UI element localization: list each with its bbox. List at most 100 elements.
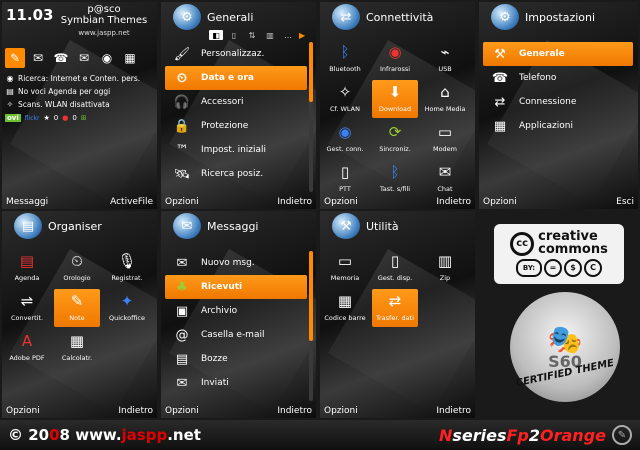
headset-icon: 🎧 (173, 94, 191, 110)
info-row-agenda[interactable]: ▤ No voci Agenda per oggi (5, 85, 155, 98)
scrollbar-thumb[interactable] (309, 42, 313, 102)
tab-more-icon[interactable]: … (281, 30, 295, 40)
tab-apps-icon[interactable]: ▥ (263, 30, 277, 40)
info-row-wlan[interactable]: ✧ Scans. WLAN disattivata (5, 98, 155, 111)
grid-item-orologio[interactable]: ⏲ Orologio (54, 249, 100, 287)
tab-phone-icon[interactable]: ▯ (227, 30, 241, 40)
shortcut-bar[interactable]: ✎ ✉ ☎ ✉ ◉ ▦ (5, 47, 155, 69)
grid-item-modem[interactable]: ▭ Modem (422, 120, 468, 158)
soft-key-left[interactable]: Opzioni (6, 406, 40, 416)
pencil-shortcut-icon[interactable]: ✎ (5, 48, 25, 68)
grid-item-calcolatr[interactable]: ▦ Calcolatr. (54, 329, 100, 367)
wlan-icon: ✧ (338, 83, 352, 102)
grid-item-convertit[interactable]: ⇌ Convertit. (4, 289, 50, 327)
soft-key-left[interactable]: Opzioni (165, 406, 199, 416)
list-item-ricevuti[interactable]: ♣ Ricevuti (165, 275, 307, 299)
mic-icon: 🎙 (117, 252, 137, 271)
grid-item-bluetooth[interactable]: ᛒ Bluetooth (322, 40, 368, 78)
list-item-label: Personalizzaz. (201, 49, 265, 59)
list-item-label: Nuovo msg. (201, 258, 255, 268)
grid-shortcut-icon[interactable]: ▦ (120, 48, 140, 68)
list-item-nuovo-msg[interactable]: ✉ Nuovo msg. (165, 251, 307, 275)
list-item-inviati[interactable]: ✉ Inviati (165, 371, 307, 395)
list-item-protezione[interactable]: 🔒 Protezione (165, 114, 307, 138)
grid-item-sincroniz[interactable]: ⟳ Sincroniz. (372, 120, 418, 158)
globe-shortcut-icon[interactable]: ◉ (97, 48, 117, 68)
grid-item-trasfer-dati[interactable]: ⇄ Trasfer. dati (372, 289, 418, 327)
soft-keys: Opzioni Indietro (320, 195, 475, 209)
mail-shortcut-icon[interactable]: ✉ (28, 48, 48, 68)
list-item-bozze[interactable]: ▤ Bozze (165, 347, 307, 371)
grid-item-memoria[interactable]: ▭ Memoria (322, 249, 368, 287)
screen-title: Connettività (366, 10, 434, 24)
soft-key-left[interactable]: Opzioni (324, 197, 358, 207)
grid-item-codice-barre[interactable]: ▦ Codice barre (322, 289, 368, 327)
soft-key-right[interactable]: Indietro (118, 406, 153, 416)
list-item-impost-iniziali[interactable]: ™ Impost. iniziali (165, 138, 307, 162)
tab-personalize-icon[interactable]: ◧ (209, 30, 223, 40)
grid-item-usb[interactable]: ⌁ USB (422, 40, 468, 78)
grid-item-download[interactable]: ⬇ Download (372, 80, 418, 118)
flickr-logo[interactable]: flickr (25, 115, 40, 122)
grid-item-label: Cf. WLAN (330, 105, 360, 113)
grid-item-chat[interactable]: ✉ Chat (422, 160, 468, 198)
list-item-data-ora[interactable]: ⏲ Data e ora (165, 66, 307, 90)
soft-key-right[interactable]: Indietro (436, 406, 471, 416)
scrollbar-thumb[interactable] (309, 251, 313, 341)
soft-key-left[interactable]: Opzioni (324, 406, 358, 416)
ovi-logo[interactable]: ovi (5, 114, 21, 122)
usb-icon: ⌁ (440, 43, 450, 62)
pdf-icon: A (21, 332, 33, 351)
list-item-personalizzazione[interactable]: 🖌 Personalizzaz. (165, 42, 307, 66)
list-item-archivio[interactable]: ▣ Archivio (165, 299, 307, 323)
list-item-ricerca-posiz[interactable]: 🛰 Ricerca posiz. (165, 162, 307, 186)
grid-item-gest-disp[interactable]: ▯ Gest. disp. (372, 249, 418, 287)
soft-key-left[interactable]: Messaggi (6, 197, 48, 207)
cc-c-icon: C (584, 258, 602, 277)
list-item-generale[interactable]: ⚒ Generale (483, 42, 633, 66)
grid-item-registrat[interactable]: 🎙 Registrat. (104, 249, 150, 287)
grid-item-infrarossi[interactable]: ◉ Infrarossi (372, 40, 418, 78)
soft-key-left[interactable]: Opzioni (165, 197, 199, 207)
tab-next-arrow-icon[interactable]: ▶ (299, 31, 305, 40)
phone-shortcut-icon[interactable]: ☎ (51, 48, 71, 68)
list-item-casella-email[interactable]: @ Casella e-mail (165, 323, 307, 347)
grid-item-label: Chat (437, 185, 453, 193)
info-row-search[interactable]: ◉ Ricerca: Internet e Conten. pers. (5, 72, 155, 85)
grid-item-gest-conn[interactable]: ◉ Gest. conn. (322, 120, 368, 158)
grid-item-home-media[interactable]: ⌂ Home Media (422, 80, 468, 118)
list-item-connessione[interactable]: ⇄ Connessione (483, 90, 633, 114)
list-item-applicazioni[interactable]: ▦ Applicazioni (483, 114, 633, 138)
title-bar: ⚒ Utilità (320, 211, 475, 241)
soft-key-right[interactable]: Esci (616, 197, 634, 207)
grid-item-cf-wlan[interactable]: ✧ Cf. WLAN (322, 80, 368, 118)
grid-item-label: USB (438, 65, 452, 73)
soft-key-right[interactable]: Indietro (277, 197, 312, 207)
tab-connection-icon[interactable]: ⇅ (245, 30, 259, 40)
copyright-a: © 20 (8, 426, 50, 444)
list-item-telefono[interactable]: ☎ Telefono (483, 66, 633, 90)
soft-keys: Messaggi ActiveFile (2, 195, 157, 209)
soft-key-right[interactable]: ActiveFile (110, 197, 153, 207)
grid-item-note[interactable]: ✎ Note (54, 289, 100, 327)
grid-item-adobe-pdf[interactable]: A Adobe PDF (4, 329, 50, 367)
grid-item-tast-s-fili[interactable]: ᛒ Tast. s/fili (372, 160, 418, 198)
screen-title: Messaggi (207, 219, 259, 233)
scrollbar[interactable] (309, 251, 313, 401)
globe-icon: ◉ (6, 74, 14, 83)
grid-item-ptt[interactable]: ▯ PTT (322, 160, 368, 198)
list-item-accessori[interactable]: 🎧 Accessori (165, 90, 307, 114)
grid-item-label: Codice barre (324, 314, 366, 322)
transfer-icon: ⇄ (388, 292, 402, 311)
mail-open-shortcut-icon[interactable]: ✉ (74, 48, 94, 68)
grid-item-quickoffice[interactable]: ✦ Quickoffice (104, 289, 150, 327)
info-text: Ricerca: Internet e Conten. pers. (18, 74, 141, 83)
info-text: No voci Agenda per oggi (18, 87, 111, 96)
grid-item-agenda[interactable]: ▤ Agenda (4, 249, 50, 287)
soft-key-right[interactable]: Indietro (277, 406, 312, 416)
grid-item-zip[interactable]: ▥ Zip (422, 249, 468, 287)
soft-key-right[interactable]: Indietro (436, 197, 471, 207)
list-item-label: Ricevuti (201, 282, 243, 292)
soft-key-left[interactable]: Opzioni (483, 197, 517, 207)
scrollbar[interactable] (309, 42, 313, 192)
